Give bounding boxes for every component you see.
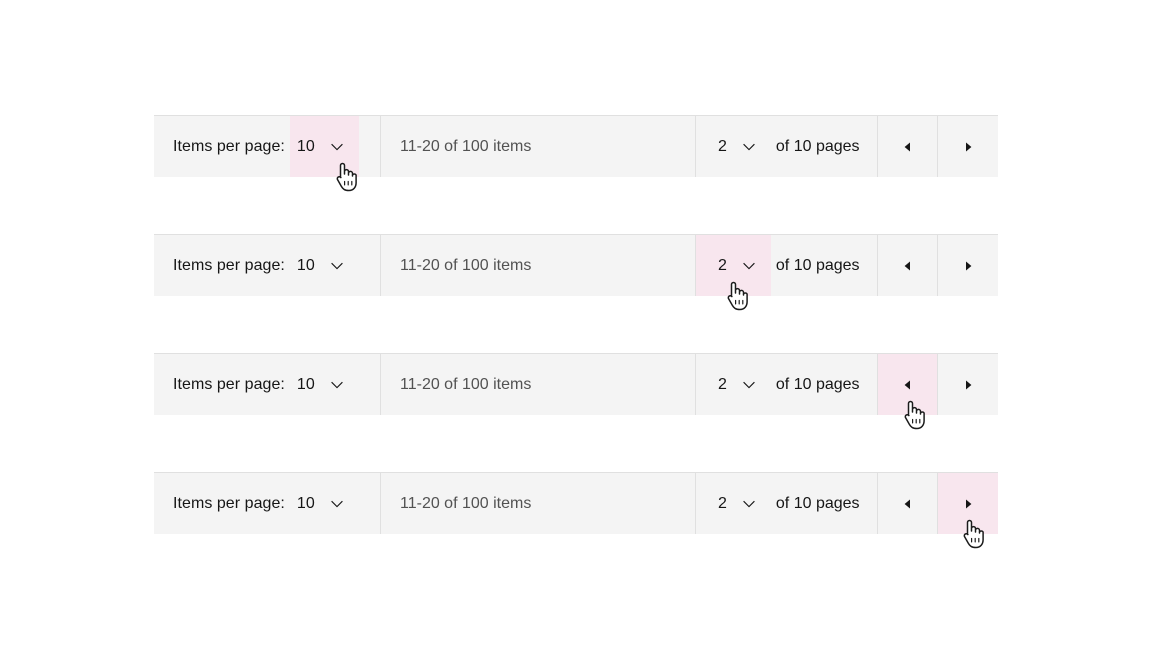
page-number-group: 2 of 10 pages <box>696 116 878 177</box>
pagination-bar: Items per page: 10 11-20 of 100 items 2 … <box>154 115 998 177</box>
items-per-page-select[interactable]: 10 <box>290 473 359 534</box>
pagination-bar: Items per page: 10 11-20 of 100 items 2 … <box>154 353 998 415</box>
chevron-down-icon <box>329 377 345 393</box>
total-pages-label: of 10 pages <box>775 137 860 155</box>
caret-left-icon <box>902 379 914 391</box>
items-per-page-value: 10 <box>296 375 315 393</box>
caret-right-icon <box>962 141 974 153</box>
pagination-bar: Items per page: 10 11-20 of 100 items 2 … <box>154 472 998 534</box>
page-number-group: 2 of 10 pages <box>696 354 878 415</box>
items-per-page-label: Items per page: <box>173 137 285 155</box>
item-range-text: 11-20 of 100 items <box>381 354 696 415</box>
chevron-down-icon <box>741 496 757 512</box>
page-number-value: 2 <box>718 375 727 393</box>
items-per-page-label: Items per page: <box>173 256 285 274</box>
previous-page-button[interactable] <box>878 235 938 296</box>
chevron-down-icon <box>329 139 345 155</box>
caret-left-icon <box>902 498 914 510</box>
items-per-page-group: Items per page: 10 <box>154 235 381 296</box>
next-page-button[interactable] <box>938 235 998 296</box>
page-number-select[interactable]: 2 <box>696 473 771 534</box>
page-number-value: 2 <box>718 494 727 512</box>
chevron-down-icon <box>741 377 757 393</box>
items-per-page-label: Items per page: <box>173 375 285 393</box>
total-pages-label: of 10 pages <box>775 494 860 512</box>
pagination-bar: Items per page: 10 11-20 of 100 items 2 … <box>154 234 998 296</box>
item-range-text: 11-20 of 100 items <box>381 473 696 534</box>
caret-left-icon <box>902 141 914 153</box>
items-per-page-group: Items per page: 10 <box>154 116 381 177</box>
page-number-group: 2 of 10 pages <box>696 473 878 534</box>
page-number-select[interactable]: 2 <box>696 235 771 296</box>
items-per-page-group: Items per page: 10 <box>154 354 381 415</box>
items-per-page-select[interactable]: 10 <box>290 235 359 296</box>
pagination-variants-stage: Items per page: 10 11-20 of 100 items 2 … <box>0 0 1152 648</box>
items-per-page-label: Items per page: <box>173 494 285 512</box>
previous-page-button[interactable] <box>878 116 938 177</box>
items-per-page-select[interactable]: 10 <box>289 116 359 177</box>
total-pages-label: of 10 pages <box>775 256 860 274</box>
page-number-select[interactable]: 2 <box>696 354 771 415</box>
item-range-text: 11-20 of 100 items <box>381 116 696 177</box>
chevron-down-icon <box>329 496 345 512</box>
item-range-text: 11-20 of 100 items <box>381 235 696 296</box>
next-page-button[interactable] <box>938 354 998 415</box>
chevron-down-icon <box>741 139 757 155</box>
chevron-down-icon <box>741 258 757 274</box>
items-per-page-group: Items per page: 10 <box>154 473 381 534</box>
caret-right-icon <box>962 498 974 510</box>
caret-left-icon <box>902 260 914 272</box>
items-per-page-value: 10 <box>296 494 315 512</box>
next-page-button[interactable] <box>938 473 998 534</box>
caret-right-icon <box>962 260 974 272</box>
page-number-value: 2 <box>718 137 727 155</box>
previous-page-button[interactable] <box>878 473 938 534</box>
caret-right-icon <box>962 379 974 391</box>
chevron-down-icon <box>329 258 345 274</box>
page-number-select[interactable]: 2 <box>696 116 771 177</box>
previous-page-button[interactable] <box>878 354 938 415</box>
total-pages-label: of 10 pages <box>775 375 860 393</box>
next-page-button[interactable] <box>938 116 998 177</box>
items-per-page-value: 10 <box>296 256 315 274</box>
page-number-group: 2 of 10 pages <box>696 235 878 296</box>
page-number-value: 2 <box>718 256 727 274</box>
items-per-page-value: 10 <box>296 137 315 155</box>
items-per-page-select[interactable]: 10 <box>290 354 359 415</box>
